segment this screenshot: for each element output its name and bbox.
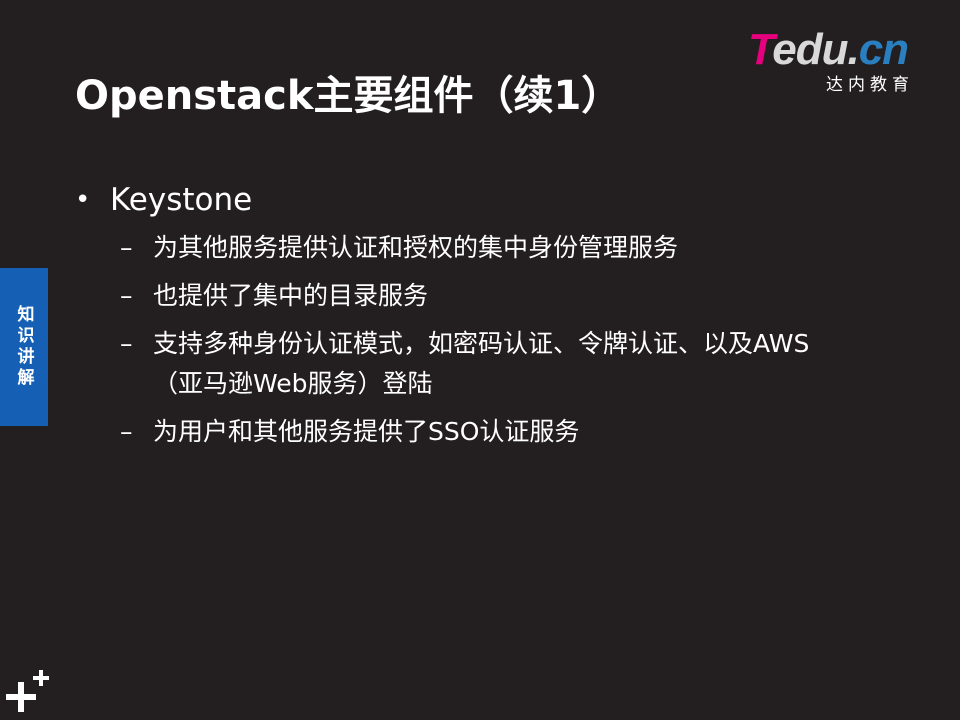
slide: Tedu.cn 达内教育 Openstack主要组件（续1） • Keyston… (0, 0, 960, 720)
sub-bullet-item: – 也提供了集中的目录服务 (120, 276, 840, 316)
sub-bullet-item: – 为用户和其他服务提供了SSO认证服务 (120, 412, 840, 452)
bullet-text: Keystone (110, 182, 253, 218)
logo-subtitle: 达内教育 (826, 75, 914, 95)
sub-bullet-list: – 为其他服务提供认证和授权的集中身份管理服务 – 也提供了集中的目录服务 – … (120, 228, 855, 452)
sub-bullet-text: 支持多种身份认证模式，如密码认证、令牌认证、以及AWS（亚马逊Web服务）登陆 (153, 329, 810, 398)
logo-wordmark: Tedu.cn (748, 25, 909, 74)
dash-marker: – (120, 329, 133, 358)
sub-bullet-text: 也提供了集中的目录服务 (153, 281, 429, 310)
tedu-logo: Tedu.cn 达内教育 (748, 26, 928, 98)
sub-bullet-item: – 支持多种身份认证模式，如密码认证、令牌认证、以及AWS（亚马逊Web服务）登… (120, 324, 840, 404)
dash-marker: – (120, 281, 133, 310)
bullet-item-keystone: • Keystone (75, 178, 855, 222)
slide-title: Openstack主要组件（续1） (75, 73, 622, 119)
logo-letter-t: T (748, 25, 773, 74)
logo-letters-edu: edu. (772, 25, 859, 74)
plus-plus-icon (6, 670, 49, 712)
side-tab-label: 知识讲解 (13, 305, 34, 389)
sub-bullet-text: 为其他服务提供认证和授权的集中身份管理服务 (153, 233, 679, 262)
logo-letters-cn: cn (858, 25, 909, 74)
dash-marker: – (120, 233, 133, 262)
sub-bullet-text: 为用户和其他服务提供了SSO认证服务 (153, 417, 580, 446)
dash-marker: – (120, 417, 133, 446)
side-tab-knowledge: 知识讲解 (0, 268, 48, 426)
sub-bullet-item: – 为其他服务提供认证和授权的集中身份管理服务 (120, 228, 840, 268)
bullet-marker: • (75, 185, 91, 215)
bullet-list: • Keystone – 为其他服务提供认证和授权的集中身份管理服务 – 也提供… (75, 178, 855, 460)
